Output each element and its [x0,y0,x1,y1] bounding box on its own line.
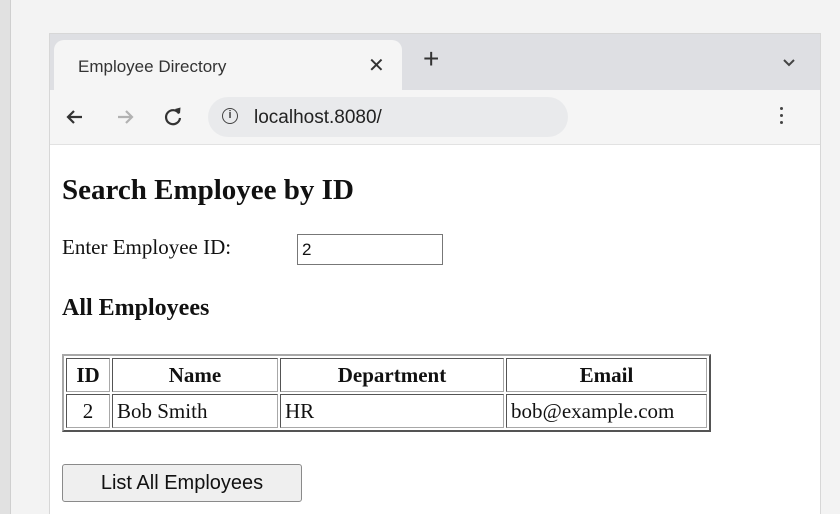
column-header-department: Department [280,358,504,392]
column-header-name: Name [112,358,278,392]
tab-close-icon[interactable]: ✕ [368,53,385,78]
cell-id: 2 [66,394,110,428]
list-all-employees-button[interactable]: List All Employees [62,464,302,502]
tab-employee-directory[interactable]: Employee Directory ✕ [54,40,402,90]
site-info-icon[interactable]: i [222,108,238,124]
employees-table: ID Name Department Email 2 Bob Smith HR … [62,354,711,432]
browser-menu-icon[interactable] [774,103,788,131]
new-tab-icon[interactable]: + [423,45,439,73]
table-header-row: ID Name Department Email [66,358,707,392]
address-bar[interactable]: i localhost.8080/ [208,97,568,137]
employee-id-input[interactable] [297,234,443,265]
back-arrow-icon[interactable] [62,104,88,130]
table-row: 2 Bob Smith HR bob@example.com [66,394,707,428]
url-text[interactable]: localhost.8080/ [254,107,382,129]
tab-title: Employee Directory [78,57,227,76]
all-employees-heading: All Employees [62,295,210,321]
employee-id-label: Enter Employee ID: [62,235,232,259]
forward-arrow-icon[interactable] [112,104,138,130]
browser-toolbar: i localhost.8080/ [50,90,820,145]
tab-strip: Employee Directory ✕ + [50,34,820,90]
column-header-id: ID [66,358,110,392]
column-header-email: Email [506,358,707,392]
window-edge [0,0,11,514]
cell-name: Bob Smith [112,394,278,428]
page-title: Search Employee by ID [62,174,354,206]
reload-icon[interactable] [160,104,186,130]
cell-email: bob@example.com [506,394,707,428]
page-content: Search Employee by ID Enter Employee ID:… [50,145,820,514]
cell-department: HR [280,394,504,428]
tab-search-chevron-icon[interactable] [779,52,799,72]
browser-window: Employee Directory ✕ + i localhost.8080/… [50,34,820,514]
